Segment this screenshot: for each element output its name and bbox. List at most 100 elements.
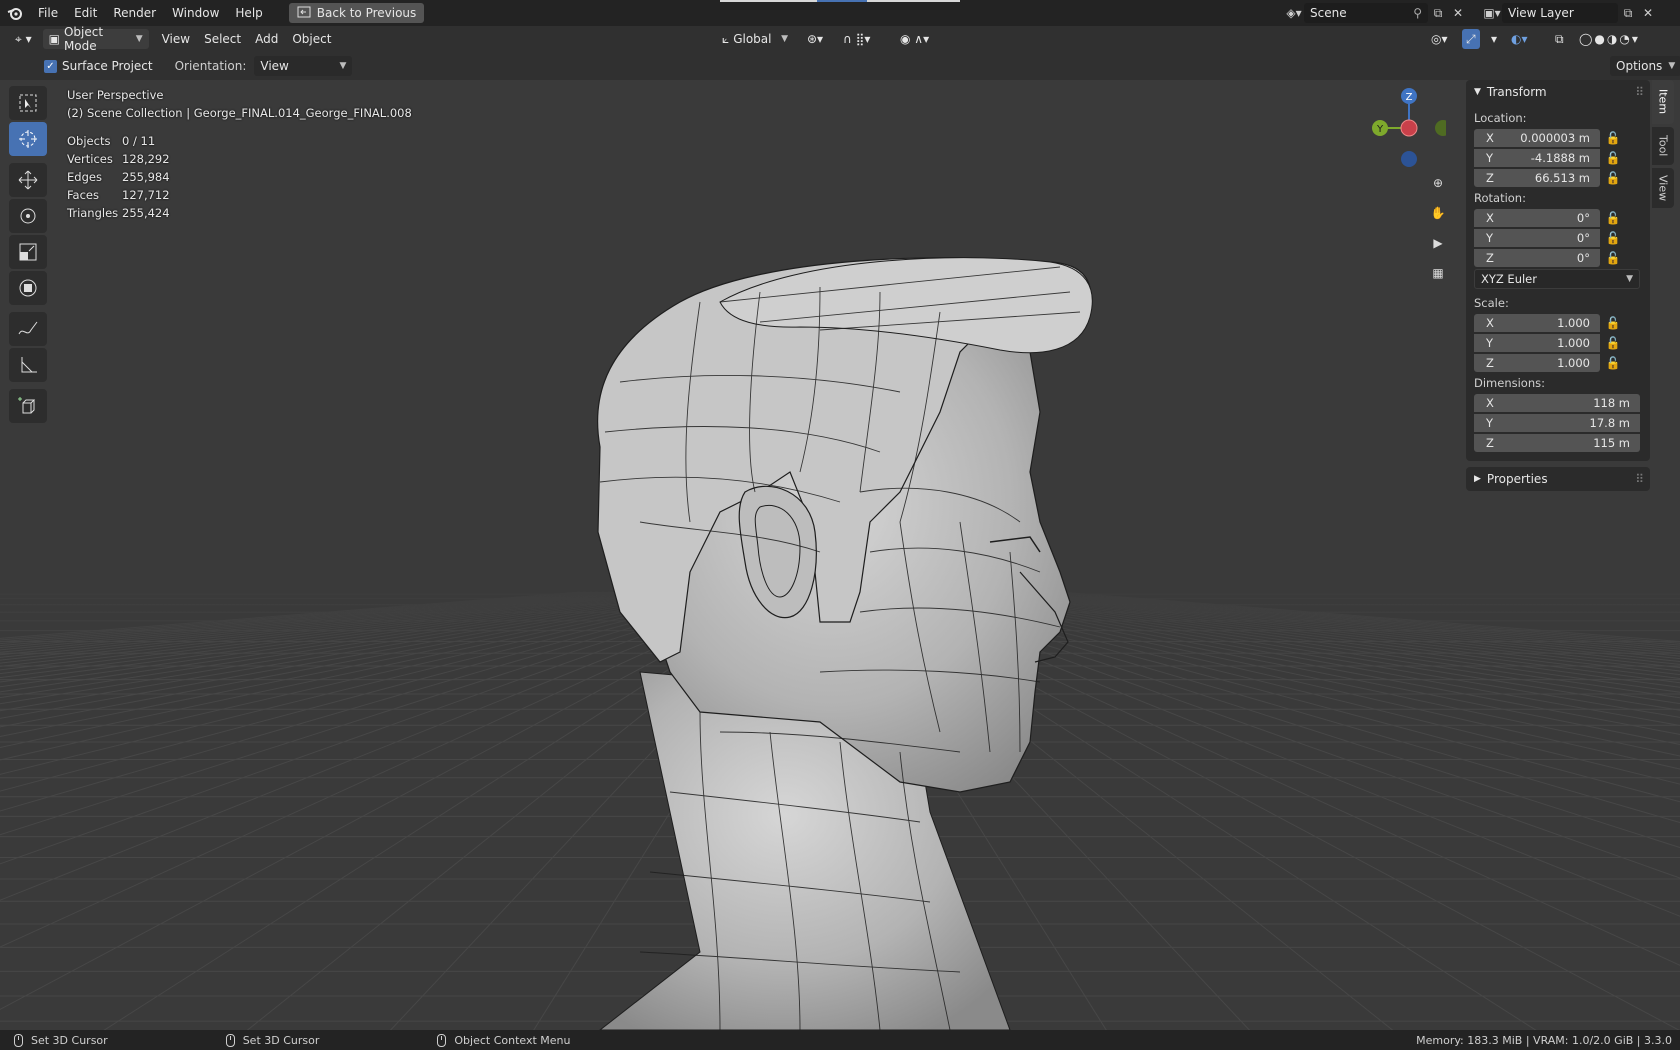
snap-icon[interactable]: ∩ ⣿▾ [836,29,877,49]
head-model[interactable] [597,257,1093,1030]
stat-faces: Faces 127,712 [67,186,412,204]
dimensions-z-field[interactable]: Z 115 m [1474,433,1640,452]
lock-icon[interactable]: 🔓 [1600,354,1626,372]
gizmo-neg-z[interactable] [1401,151,1417,167]
lock-icon[interactable]: 🔓 [1600,149,1626,167]
transform-panel-header[interactable]: ▼ Transform ⠿ [1466,80,1650,104]
blender-logo-icon[interactable] [0,0,30,26]
camera-icon[interactable]: ▶ [1426,231,1450,255]
scale-x-field[interactable]: X 1.000 [1474,313,1600,332]
menu-help[interactable]: Help [227,2,270,24]
drag-handle-icon[interactable]: ⠿ [1635,85,1644,99]
workspace-tabs-indicator [720,0,960,2]
pivot-point-icon[interactable]: ⊛▾ [800,29,830,49]
drag-handle-icon[interactable]: ⠿ [1635,472,1644,486]
menu-edit[interactable]: Edit [66,2,105,24]
rotation-mode-dropdown[interactable]: XYZ Euler ▼ [1474,269,1640,289]
scale-x-value: 1.000 [1557,315,1590,330]
lock-icon[interactable]: 🔓 [1600,129,1626,147]
dimensions-x-field[interactable]: X 118 m [1474,393,1640,412]
add-cube-tool[interactable] [9,389,47,423]
menu-add[interactable]: Add [248,29,285,49]
rotation-y-field[interactable]: Y 0° [1474,228,1600,247]
object-mode-icon: ▣ [48,32,60,46]
view-layer-name: View Layer [1508,6,1574,20]
transform-title: Transform [1486,85,1547,99]
new-scene-icon[interactable]: ⧉ [1428,3,1448,23]
proportional-edit-icon[interactable]: ◉ ∧▾ [893,29,936,49]
scale-y-field[interactable]: Y 1.000 [1474,333,1600,352]
mode-label: Object Mode [63,25,104,53]
orientation-dropdown[interactable]: View ▼ [254,56,353,76]
mode-dropdown[interactable]: ▣ Object Mode ▼ [42,25,149,53]
zoom-icon[interactable]: ⊕ [1426,171,1450,195]
tab-item[interactable]: Item [1652,80,1674,124]
dimensions-y-field[interactable]: Y 17.8 m [1474,413,1640,432]
lock-icon[interactable]: 🔓 [1600,314,1626,332]
perspective-grid-icon[interactable]: ▦ [1426,261,1450,285]
scene-icon[interactable]: ◈▾ [1284,3,1304,23]
lock-icon[interactable]: 🔓 [1600,334,1626,352]
axis-label: Y [1486,230,1494,245]
menu-window[interactable]: Window [164,2,227,24]
view-layer-name-field[interactable]: View Layer [1502,3,1618,23]
menu-file[interactable]: File [30,2,66,24]
gizmo-neg-y[interactable] [1435,120,1446,136]
scene-name-field[interactable]: Scene ⚲ [1304,3,1428,23]
menu-view[interactable]: View [155,29,197,49]
select-box-tool[interactable] [9,86,47,120]
back-to-previous-label: Back to Previous [316,6,417,20]
pan-hand-icon[interactable]: ✋ [1426,201,1450,225]
scene-selector[interactable]: ◈▾ Scene ⚲ ⧉ ✕ [1284,3,1468,23]
menu-object[interactable]: Object [285,29,338,49]
view-layer-icon[interactable]: ▣▾ [1482,3,1502,23]
rotation-x-field[interactable]: X 0° [1474,208,1600,227]
gizmo-toggle-icon[interactable]: ⤢ [1462,29,1480,49]
lock-icon[interactable]: 🔓 [1600,229,1626,247]
location-z-field[interactable]: Z 66.513 m [1474,168,1600,187]
cursor-tool[interactable] [9,122,47,156]
move-tool[interactable] [9,163,47,197]
lock-icon[interactable]: 🔓 [1600,169,1626,187]
delete-scene-icon[interactable]: ✕ [1448,3,1468,23]
stat-label: Edges [67,170,102,184]
axis-label: Z [1486,170,1494,185]
editor-type-icon[interactable]: ⌖ ▾ [8,29,39,49]
gizmo-dropdown-icon[interactable]: ▾ [1484,29,1504,49]
back-to-previous-button[interactable]: Back to Previous [288,3,425,23]
transform-orientation-dropdown[interactable]: ⟀ Global ▼ [716,29,794,49]
shading-modes-icon[interactable]: ◯●◑◔▾ [1572,29,1647,49]
tab-tool[interactable]: Tool [1652,127,1674,165]
transform-tool[interactable] [9,271,47,305]
menu-select[interactable]: Select [197,29,248,49]
scale-tool[interactable] [9,235,47,269]
scale-z-field[interactable]: Z 1.000 [1474,353,1600,372]
tab-view[interactable]: View [1652,168,1674,208]
stat-objects: Objects 0 / 11 [67,132,412,150]
new-view-layer-icon[interactable]: ⧉ [1618,3,1638,23]
status-middle-click-label: Set 3D Cursor [242,1033,320,1047]
menu-render[interactable]: Render [105,2,164,24]
options-dropdown[interactable]: Options ▼ [1610,56,1680,76]
properties-panel-header[interactable]: ▶ Properties ⠿ [1466,467,1650,491]
lock-icon[interactable]: 🔓 [1600,209,1626,227]
stat-edges: Edges 255,984 [67,168,412,186]
xray-icon[interactable]: ⧉ [1548,29,1571,49]
delete-view-layer-icon[interactable]: ✕ [1638,3,1658,23]
lock-icon[interactable]: 🔓 [1600,249,1626,267]
stat-vertices: Vertices 128,292 [67,150,412,168]
overlays-icon[interactable]: ◐▾ [1504,29,1535,49]
annotate-tool[interactable] [9,312,47,346]
gizmo-x[interactable] [1400,119,1418,137]
visibility-icon[interactable]: ◎▾ [1424,29,1455,49]
rotate-tool[interactable] [9,199,47,233]
navigation-gizmo[interactable]: Z Y [1366,86,1446,176]
surface-project-checkbox[interactable]: ✓ [44,59,57,73]
viewport-overlay-info: User Perspective (2) Scene Collection | … [67,86,412,222]
pin-icon[interactable]: ⚲ [1413,6,1422,20]
rotation-z-field[interactable]: Z 0° [1474,248,1600,267]
location-y-field[interactable]: Y -4.1888 m [1474,148,1600,167]
location-x-field[interactable]: X 0.000003 m [1474,128,1600,147]
view-layer-selector[interactable]: ▣▾ View Layer ⧉ ✕ [1482,3,1658,23]
measure-tool[interactable] [9,348,47,382]
